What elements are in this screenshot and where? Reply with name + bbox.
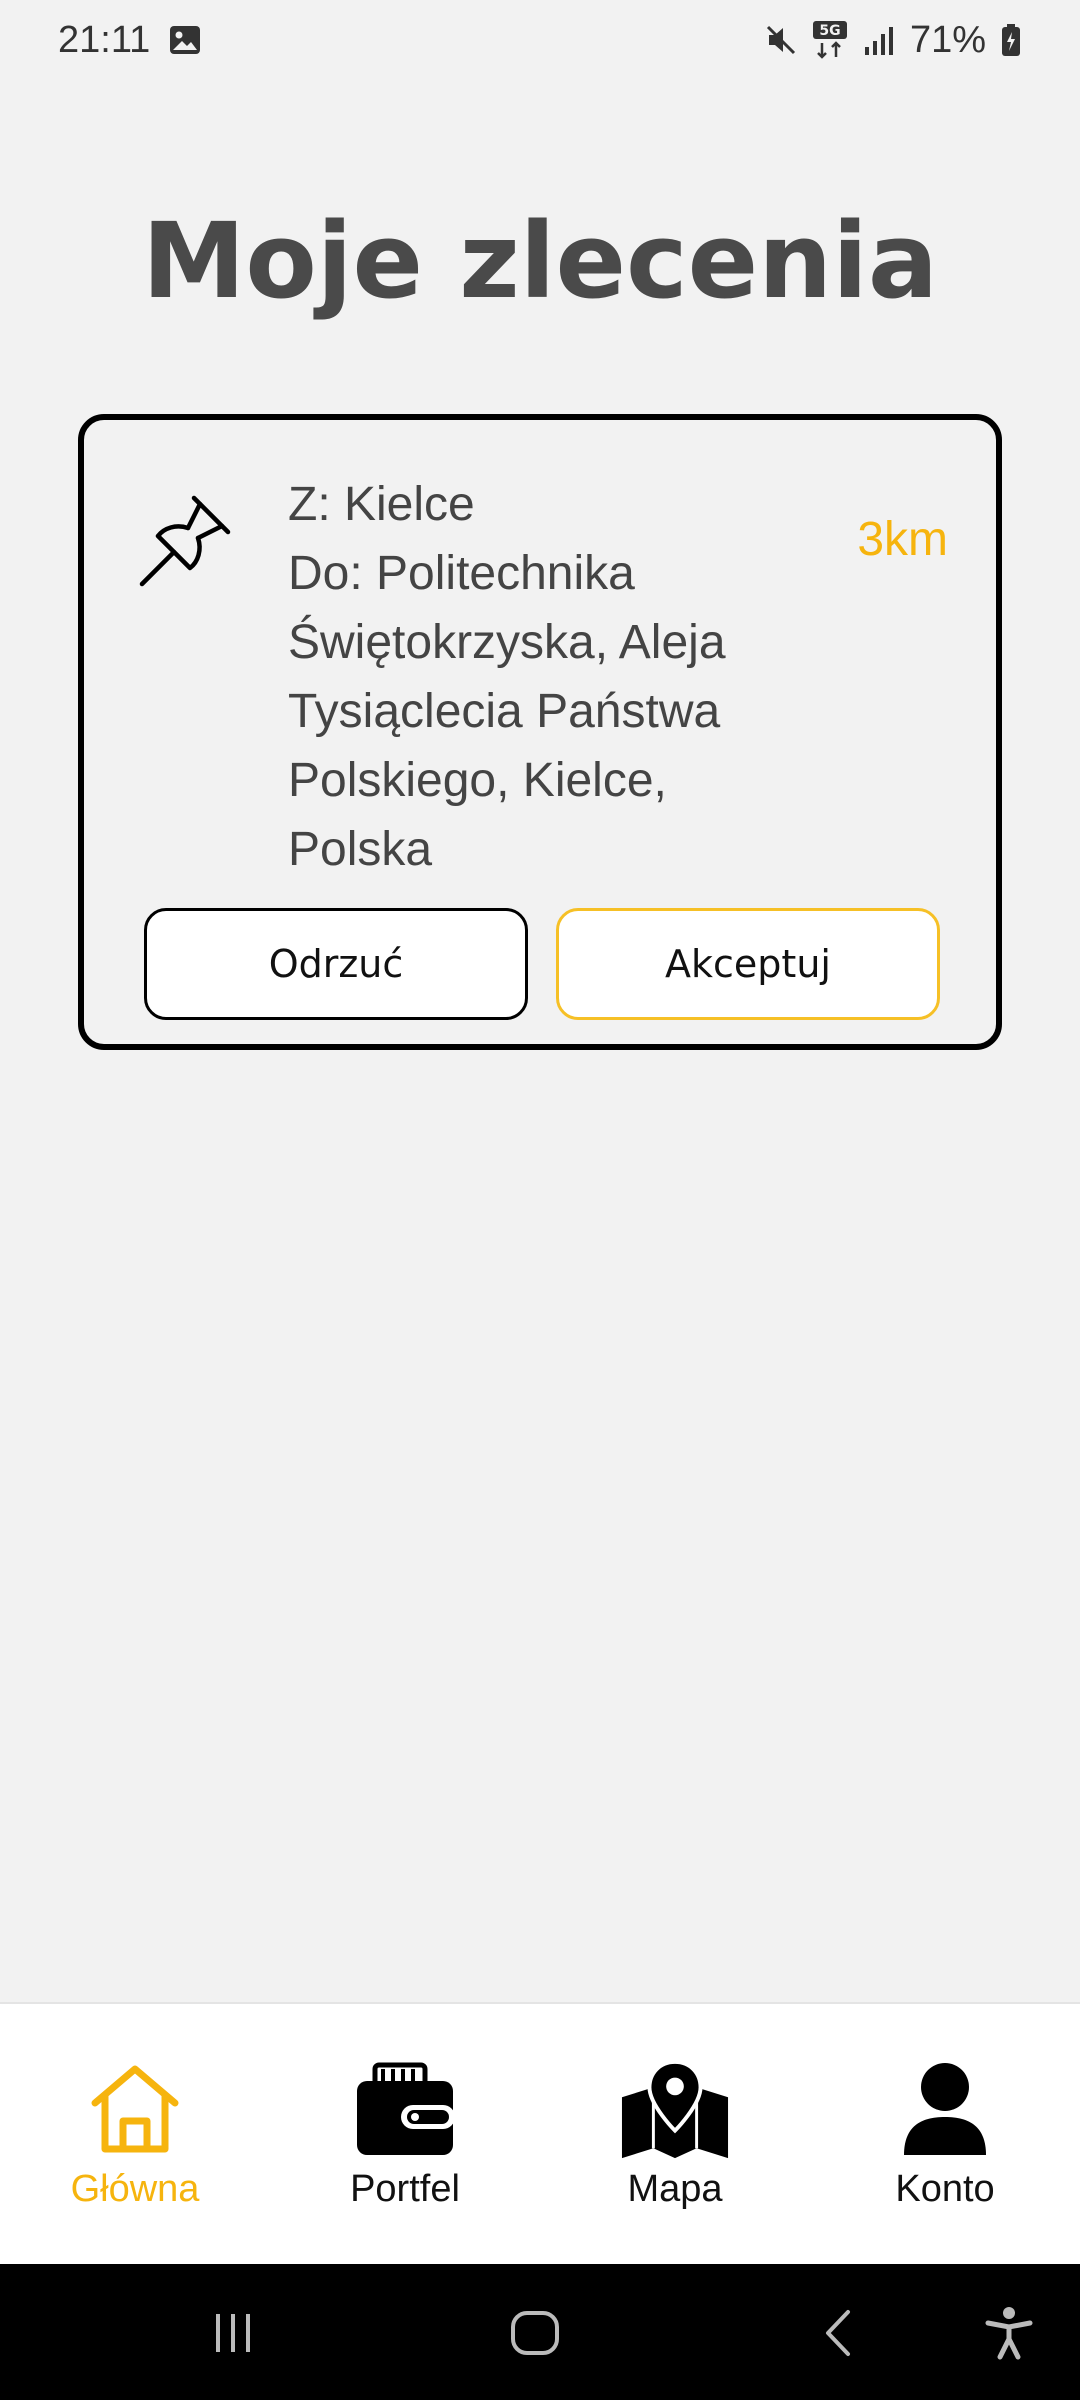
image-icon (168, 23, 202, 57)
mute-icon (764, 23, 798, 57)
nav-label-home: Główna (70, 2168, 200, 2210)
home-button-icon[interactable] (500, 2298, 570, 2368)
system-nav-bar (0, 2264, 1080, 2400)
order-route: Z: Kielce Do: Politechnika Świętokrzyska… (288, 470, 808, 884)
reject-button[interactable]: Odrzuć (144, 908, 528, 1020)
bottom-nav: Główna Portfel Mapa Konto (0, 2002, 1080, 2264)
battery-percent: 71% (909, 18, 986, 61)
status-time: 21:11 (58, 18, 151, 61)
screen: 21:11 5G 71% Moje zlecenia Z: Kielce Do:… (0, 0, 1080, 2400)
nav-item-home[interactable]: Główna (0, 2004, 270, 2211)
status-left: 21:11 (58, 19, 202, 62)
nav-item-account[interactable]: Konto (810, 2004, 1080, 2211)
wallet-icon (350, 2054, 460, 2164)
home-icon (80, 2054, 190, 2164)
back-icon[interactable] (804, 2298, 874, 2368)
signal-icon (862, 23, 896, 57)
nav-label-map: Mapa (627, 2168, 723, 2210)
order-distance: 3km (857, 513, 948, 566)
order-to-line: Polskiego, Kielce, (288, 754, 667, 807)
status-right: 5G 71% (764, 19, 1022, 62)
accept-button[interactable]: Akceptuj (556, 908, 940, 1020)
status-bar: 21:11 5G 71% (0, 0, 1080, 80)
5g-icon: 5G (812, 20, 848, 60)
accessibility-icon[interactable] (974, 2298, 1044, 2368)
order-to-line: Tysiąclecia Państwa (288, 685, 721, 738)
order-to-line: Do: Politechnika (288, 547, 635, 600)
nav-item-map[interactable]: Mapa (540, 2004, 810, 2211)
battery-icon (1000, 23, 1022, 57)
nav-item-wallet[interactable]: Portfel (270, 2004, 540, 2211)
order-to-line: Polska (288, 823, 433, 876)
nav-label-wallet: Portfel (350, 2168, 460, 2210)
order-card[interactable]: Z: Kielce Do: Politechnika Świętokrzyska… (78, 414, 1002, 1050)
pin-icon (136, 490, 236, 590)
page-title: Moje zlecenia (141, 200, 939, 322)
nav-label-account: Konto (895, 2168, 995, 2210)
map-icon (620, 2054, 730, 2164)
svg-text:5G: 5G (819, 23, 840, 39)
recent-apps-icon[interactable] (198, 2298, 268, 2368)
order-from: Z: Kielce (288, 478, 475, 531)
account-icon (890, 2054, 1000, 2164)
order-to-line: Świętokrzyska, Aleja (288, 616, 726, 669)
